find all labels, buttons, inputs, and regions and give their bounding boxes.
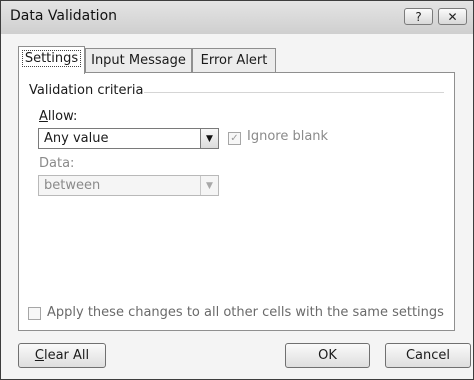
tab-input-message[interactable]: Input Message: [85, 48, 192, 72]
allow-select-value: Any value: [44, 131, 109, 146]
apply-all-label: Apply these changes to all other cells w…: [47, 305, 444, 320]
allow-select[interactable]: Any value ▼: [38, 128, 219, 149]
help-button[interactable]: ?: [404, 8, 433, 25]
cancel-button[interactable]: Cancel: [385, 343, 471, 368]
ok-button[interactable]: OK: [285, 343, 370, 368]
tab-input-message-label: Input Message: [91, 53, 186, 68]
dialog-title: Data Validation: [10, 8, 118, 24]
data-select[interactable]: between ▼: [38, 175, 219, 196]
close-button[interactable]: ✕: [438, 8, 467, 25]
apply-all-checkbox[interactable]: [28, 307, 41, 320]
check-icon: ✓: [230, 133, 239, 144]
close-icon: ✕: [447, 9, 458, 24]
tab-settings-label: Settings: [21, 50, 82, 67]
cancel-button-label: Cancel: [405, 348, 451, 363]
data-select-value: between: [44, 178, 101, 193]
allow-label: Allow:: [39, 109, 78, 124]
settings-panel: Validation criteria Allow: Any value ▼ ✓…: [18, 72, 455, 331]
chevron-down-icon[interactable]: ▼: [200, 129, 218, 148]
help-icon: ?: [415, 9, 422, 24]
tab-settings[interactable]: Settings: [18, 46, 85, 74]
validation-criteria-title: Validation criteria: [29, 83, 150, 98]
tab-error-alert[interactable]: Error Alert: [192, 48, 276, 72]
data-validation-dialog: Data Validation ? ✕ Settings Input Messa…: [0, 0, 474, 380]
ignore-blank-checkbox[interactable]: ✓: [228, 132, 241, 145]
title-bar: Data Validation ? ✕: [1, 1, 473, 34]
clear-all-button[interactable]: Clear All: [18, 343, 106, 368]
tab-error-alert-label: Error Alert: [200, 53, 268, 68]
data-label: Data:: [39, 156, 75, 171]
chevron-down-icon[interactable]: ▼: [200, 176, 218, 195]
ignore-blank-label: Ignore blank: [247, 129, 329, 144]
group-divider: [144, 92, 444, 93]
ok-button-label: OK: [318, 348, 337, 363]
